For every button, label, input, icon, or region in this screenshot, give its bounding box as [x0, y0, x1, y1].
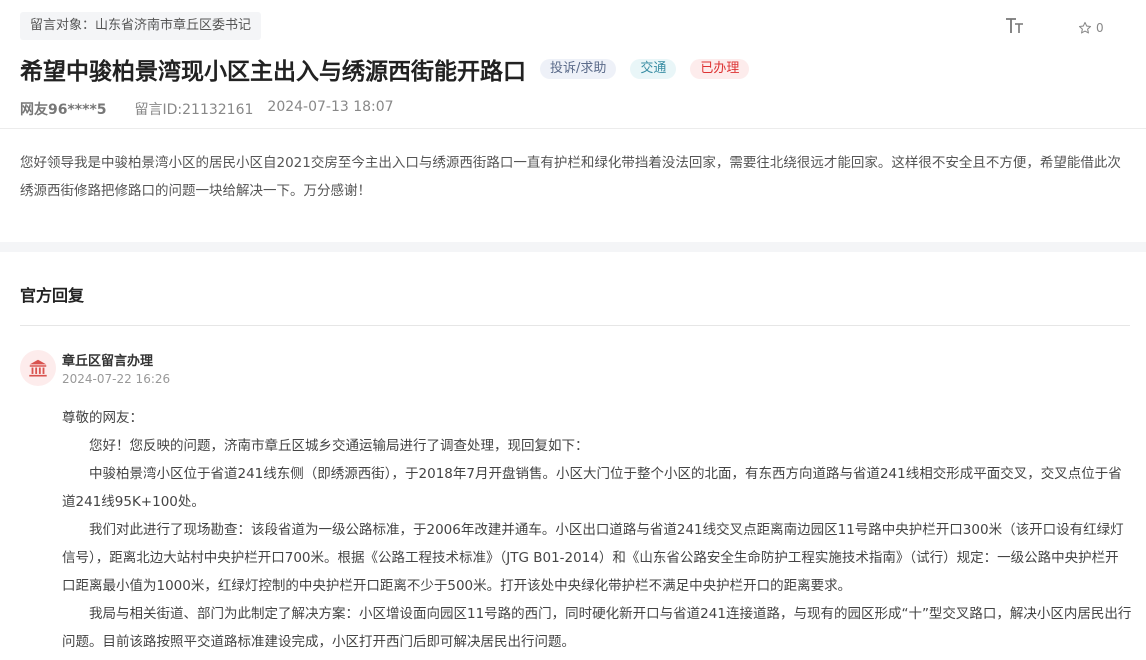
reply-paragraph: 我局与相关街道、部门为此制定了解决方案：小区增设面向园区11号路的西门，同时硬化… — [62, 606, 1132, 650]
field-tag: 交通 — [630, 59, 677, 79]
reply-paragraph: 中骏柏景湾小区位于省道241线东侧（即绣源西街），于2018年7月开盘销售。小区… — [62, 466, 1122, 510]
divider — [0, 128, 1146, 129]
page-title: 希望中骏柏景湾现小区主出入与绣源西街能开路口 — [20, 59, 526, 85]
status-badge: 已办理 — [690, 59, 750, 79]
message-content: 您好领导我是中骏柏景湾小区的居民小区自2021交房至今主出入口与绣源西街路口一直… — [20, 155, 1121, 199]
category-tag: 投诉/求助 — [540, 59, 617, 79]
reply-body: 尊敬的网友： 您好！您反映的问题，济南市章丘区城乡交通运输局进行了调查处理，现回… — [62, 404, 1132, 656]
reply-time: 2024-07-22 16:26 — [62, 372, 171, 386]
reply-heading: 官方回复 — [20, 286, 85, 305]
message-target-label: 留言对象：山东省济南市章丘区委书记 — [20, 12, 262, 40]
divider — [20, 325, 1130, 326]
section-separator — [0, 242, 1146, 252]
government-building-icon — [20, 350, 56, 386]
text-size-icon[interactable] — [1004, 16, 1026, 36]
message-meta: 网友96****5 留言ID:21132161 2024-07-13 18:07 — [20, 99, 394, 119]
reply-greeting: 尊敬的网友： — [62, 410, 143, 426]
message-datetime: 2024-07-13 18:07 — [267, 99, 394, 115]
favorite-count: 0 — [1096, 21, 1104, 35]
reply-org-name: 章丘区留言办理 — [62, 354, 154, 369]
reply-paragraph: 我们对此进行了现场勘查：该段省道为一级公路标准，于2006年改建并通车。小区出口… — [62, 522, 1124, 594]
message-header: 留言对象：山东省济南市章丘区委书记 0 希望中骏柏景湾现小区主出入与绣源西街能开… — [0, 0, 1146, 242]
title-row: 希望中骏柏景湾现小区主出入与绣源西街能开路口 投诉/求助 交通 已办理 — [20, 52, 750, 86]
author-name: 网友96****5 — [20, 102, 107, 118]
favorite-button[interactable]: 0 — [1078, 18, 1104, 38]
message-id: 留言ID:21132161 — [134, 102, 254, 118]
star-icon — [1078, 21, 1092, 34]
message-detail: 留言对象：山东省济南市章丘区委书记 0 希望中骏柏景湾现小区主出入与绣源西街能开… — [0, 0, 1146, 650]
reply-paragraph: 您好！您反映的问题，济南市章丘区城乡交通运输局进行了调查处理，现回复如下： — [89, 438, 589, 454]
